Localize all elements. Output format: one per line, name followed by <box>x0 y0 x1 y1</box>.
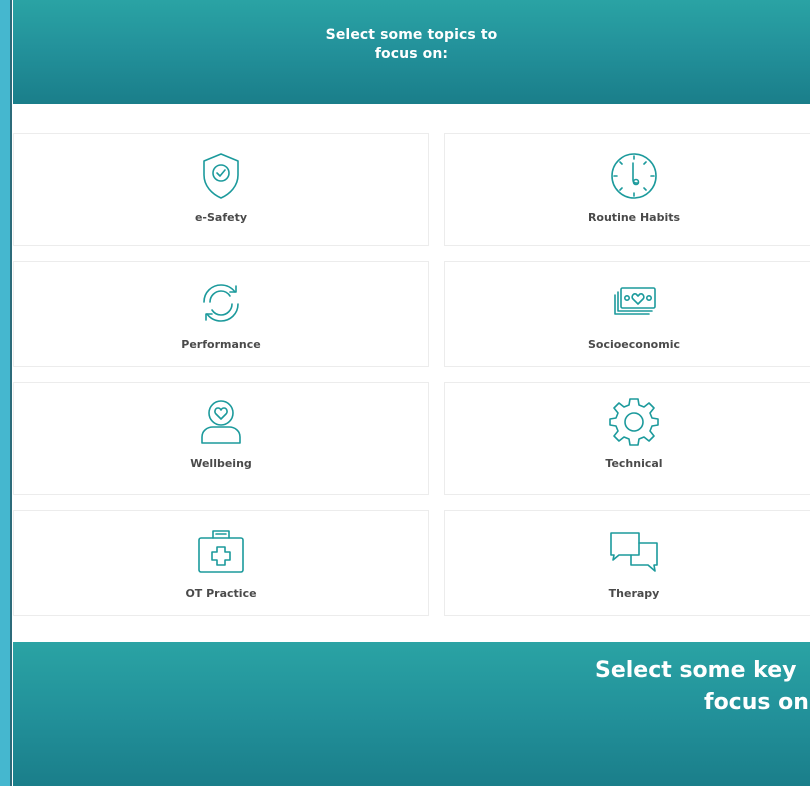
topic-label: Routine Habits <box>587 211 681 224</box>
person-heart-icon <box>194 395 248 449</box>
topic-label: Therapy <box>608 587 660 600</box>
topic-label: OT Practice <box>185 587 257 600</box>
left-divider <box>10 0 12 786</box>
clock-icon <box>607 149 661 203</box>
topic-card-routine-habits[interactable]: Routine Habits <box>444 133 810 246</box>
topic-card-technical[interactable]: Technical <box>444 382 810 495</box>
left-accent-strip <box>0 0 10 786</box>
topic-card-ot-practice[interactable]: OT Practice <box>13 510 429 616</box>
refresh-cycle-icon <box>194 276 248 330</box>
chat-bubbles-icon <box>607 525 661 579</box>
topic-label: Technical <box>605 457 663 470</box>
topic-label: Wellbeing <box>190 457 252 470</box>
footer-title-line-2: focus on <box>704 690 809 715</box>
topic-card-performance[interactable]: Performance <box>13 261 429 367</box>
topic-label: e-Safety <box>194 211 248 224</box>
topic-label: Performance <box>181 338 261 351</box>
key-focus-header: Select some key focus on <box>13 642 810 786</box>
footer-title-line-1: Select some key <box>595 658 797 683</box>
header-title-line-1: Select some topics to <box>325 27 498 43</box>
gear-icon <box>607 395 661 449</box>
topic-label: Socioeconomic <box>587 338 680 351</box>
money-heart-icon <box>607 276 661 330</box>
header-title-line-2: focus on: <box>374 46 449 62</box>
topics-header: Select some topics to focus on: <box>13 0 810 104</box>
medical-kit-icon <box>194 525 248 579</box>
topic-selection-page: Select some topics to focus on: e-Safety <box>0 0 810 786</box>
topic-card-wellbeing[interactable]: Wellbeing <box>13 382 429 495</box>
shield-check-icon <box>194 149 248 203</box>
topics-grid: e-Safety Routine Habits Performance Soci… <box>13 104 810 642</box>
topic-card-therapy[interactable]: Therapy <box>444 510 810 616</box>
topic-card-socioeconomic[interactable]: Socioeconomic <box>444 261 810 367</box>
topic-card-e-safety[interactable]: e-Safety <box>13 133 429 246</box>
